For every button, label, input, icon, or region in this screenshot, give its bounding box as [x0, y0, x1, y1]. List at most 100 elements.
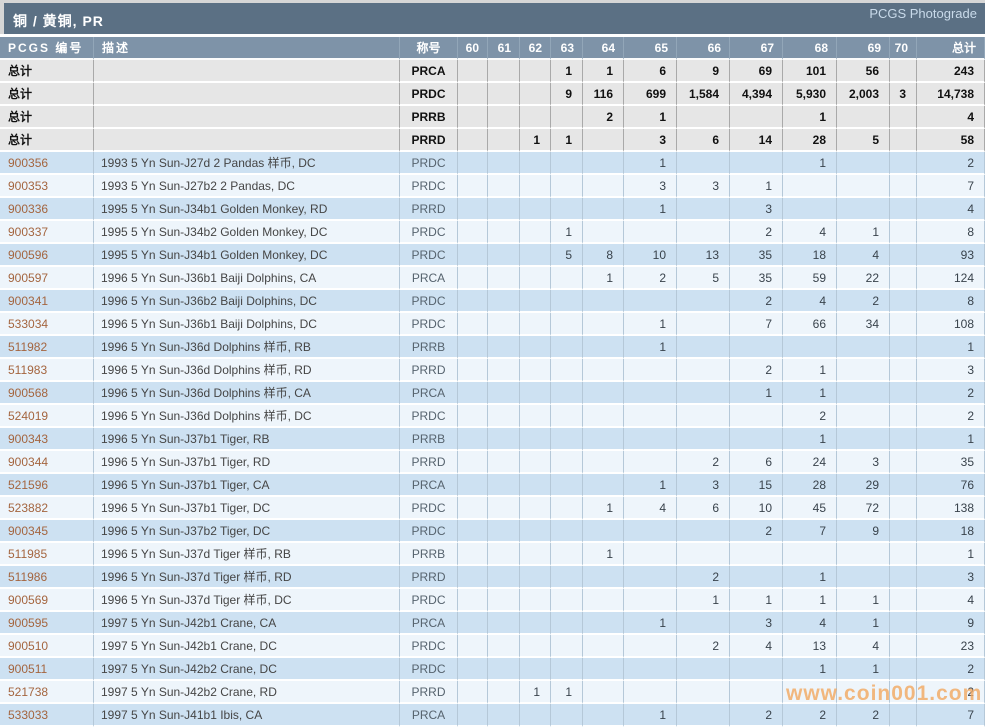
- pcgs-number-link[interactable]: 900345: [8, 524, 48, 538]
- grade-69-cell: 1: [837, 221, 890, 244]
- grade-61-cell: [488, 83, 520, 106]
- grade-70-cell: [890, 60, 917, 83]
- grade-69-cell: [837, 405, 890, 428]
- pcgs-number-link[interactable]: 900344: [8, 455, 48, 469]
- grade-70-cell: [890, 382, 917, 405]
- pcgs-number-link[interactable]: 524019: [8, 409, 48, 423]
- grade-69-cell: 22: [837, 267, 890, 290]
- grade-66-cell: 2: [677, 635, 730, 658]
- grade-60-cell: [458, 313, 488, 336]
- pcgs-number-link[interactable]: 511982: [8, 340, 47, 354]
- grade-64-cell: [583, 198, 624, 221]
- total-cell: 8: [917, 221, 985, 244]
- pcgs-number-link[interactable]: 900568: [8, 386, 48, 400]
- grade-66-cell: [677, 359, 730, 382]
- grade-62-cell: [520, 221, 551, 244]
- pcgs-number-cell: 511982: [0, 336, 94, 359]
- pcgs-number-link[interactable]: 521596: [8, 478, 48, 492]
- table-row: 900344 1996 5 Yn Sun-J37b1 Tiger, RD PRRD 2…: [0, 451, 985, 474]
- summary-row: 总计 PRCA 1 1 6 9 69 101 56 243: [0, 60, 985, 83]
- grade-70-cell: [890, 405, 917, 428]
- grade-61-cell: [488, 543, 520, 566]
- grade-60-cell: [458, 405, 488, 428]
- grade-68-cell: 4: [783, 221, 837, 244]
- grade-69-cell: 1: [837, 589, 890, 612]
- total-cell: 2: [917, 382, 985, 405]
- grade-66-cell: 1: [677, 589, 730, 612]
- grade-62-cell: [520, 497, 551, 520]
- grade-60-cell: [458, 566, 488, 589]
- grade-70-cell: [890, 681, 917, 704]
- grade-69-cell: [837, 543, 890, 566]
- pcgs-number-link[interactable]: 900511: [8, 662, 47, 676]
- pcgs-number-link[interactable]: 511985: [8, 547, 47, 561]
- pcgs-number-cell: 900510: [0, 635, 94, 658]
- pcgs-number-link[interactable]: 900569: [8, 593, 48, 607]
- designation-cell: PRDC: [400, 152, 458, 175]
- designation-cell: PRDC: [400, 520, 458, 543]
- pcgs-number-link[interactable]: 533033: [8, 708, 48, 722]
- grade-67-cell: 1: [730, 589, 783, 612]
- grade-60-cell: [458, 681, 488, 704]
- pcgs-number-cell: 900597: [0, 267, 94, 290]
- coin-description: 1997 5 Yn Sun-J42b1 Crane, DC: [94, 635, 400, 658]
- grade-68-cell: [783, 198, 837, 221]
- summary-label: 总计: [0, 60, 94, 83]
- pcgs-number-cell: 900337: [0, 221, 94, 244]
- total-cell: 18: [917, 520, 985, 543]
- grade-64-cell: [583, 658, 624, 681]
- pcgs-number-link[interactable]: 511986: [8, 570, 47, 584]
- total-cell: 76: [917, 474, 985, 497]
- summary-description: [94, 60, 400, 83]
- grade-64-cell: 1: [583, 267, 624, 290]
- pcgs-number-link[interactable]: 523882: [8, 501, 48, 515]
- table-row: 521596 1996 5 Yn Sun-J37b1 Tiger, CA PRCA 1…: [0, 474, 985, 497]
- pcgs-number-link[interactable]: 511983: [8, 363, 47, 377]
- header-grade-69: 69: [837, 37, 890, 60]
- grade-70-cell: [890, 359, 917, 382]
- grade-69-cell: 56: [837, 60, 890, 83]
- table-row: 900595 1997 5 Yn Sun-J42b1 Crane, CA PRCA 1…: [0, 612, 985, 635]
- grade-64-cell: 116: [583, 83, 624, 106]
- designation-cell: PRDC: [400, 405, 458, 428]
- grade-62-cell: [520, 451, 551, 474]
- pcgs-number-link[interactable]: 900597: [8, 271, 48, 285]
- pcgs-photograde-link[interactable]: PCGS Photograde: [869, 6, 977, 21]
- pcgs-number-link[interactable]: 900337: [8, 225, 48, 239]
- designation-cell: PRRD: [400, 566, 458, 589]
- summary-description: [94, 129, 400, 152]
- grade-68-cell: 2: [783, 704, 837, 727]
- grade-64-cell: [583, 589, 624, 612]
- grade-63-cell: [551, 635, 583, 658]
- grade-69-cell: [837, 198, 890, 221]
- grade-64-cell: [583, 704, 624, 727]
- pcgs-number-link[interactable]: 900356: [8, 156, 48, 170]
- grade-61-cell: [488, 474, 520, 497]
- grade-62-cell: [520, 60, 551, 83]
- total-cell: 108: [917, 313, 985, 336]
- grade-64-cell: [583, 612, 624, 635]
- pcgs-number-cell: 521596: [0, 474, 94, 497]
- pcgs-number-link[interactable]: 900336: [8, 202, 48, 216]
- grade-60-cell: [458, 612, 488, 635]
- grade-64-cell: 1: [583, 497, 624, 520]
- grade-68-cell: 101: [783, 60, 837, 83]
- grade-69-cell: 72: [837, 497, 890, 520]
- grade-64-cell: [583, 405, 624, 428]
- pcgs-number-link[interactable]: 533034: [8, 317, 48, 331]
- grade-65-cell: [624, 290, 677, 313]
- grade-68-cell: 1: [783, 359, 837, 382]
- pcgs-number-link[interactable]: 900341: [8, 294, 48, 308]
- pcgs-number-link[interactable]: 900343: [8, 432, 48, 446]
- pcgs-number-link[interactable]: 521738: [8, 685, 48, 699]
- grade-60-cell: [458, 106, 488, 129]
- pcgs-number-cell: 524019: [0, 405, 94, 428]
- pcgs-number-link[interactable]: 900596: [8, 248, 48, 262]
- pcgs-number-cell: 523882: [0, 497, 94, 520]
- header-grade-65: 65: [624, 37, 677, 60]
- pcgs-number-link[interactable]: 900595: [8, 616, 48, 630]
- grade-63-cell: 1: [551, 681, 583, 704]
- pcgs-number-link[interactable]: 900353: [8, 179, 48, 193]
- pcgs-number-link[interactable]: 900510: [8, 639, 48, 653]
- grade-65-cell: [624, 359, 677, 382]
